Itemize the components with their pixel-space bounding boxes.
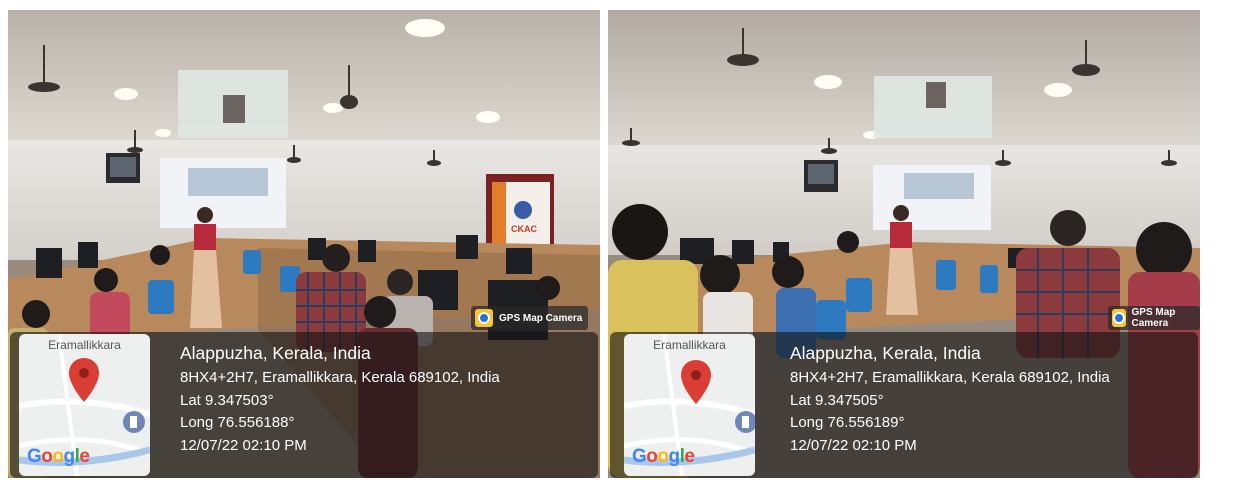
badge-label: GPS Map Camera xyxy=(1131,307,1176,329)
gps-map-camera-icon xyxy=(1112,309,1126,327)
google-logo-letter: G xyxy=(632,446,647,467)
datetime: 12/07/22 02:10 PM xyxy=(790,436,917,454)
location-map: Eramallikkara Google xyxy=(19,334,150,476)
location-map: Eramallikkara Google xyxy=(624,334,755,476)
map-town-label: Eramallikkara xyxy=(653,338,726,352)
google-logo-letter: g xyxy=(668,446,681,467)
google-logo-letter: G xyxy=(27,446,42,467)
latitude: Lat 9.347505° xyxy=(790,391,884,409)
fuel-station-icon xyxy=(735,411,755,433)
fuel-station-icon xyxy=(123,411,145,433)
google-logo-letter: g xyxy=(63,446,76,467)
location-info: Alappuzha, Kerala, India 8HX4+2H7, Erama… xyxy=(790,340,1110,457)
location-info: Alappuzha, Kerala, India 8HX4+2H7, Erama… xyxy=(180,340,500,457)
gps-map-camera-badge: GPS Map Camera xyxy=(471,306,589,330)
location-pin-icon xyxy=(681,360,711,404)
google-logo: Google xyxy=(27,446,90,468)
map-town-label: Eramallikkara xyxy=(48,338,121,352)
classroom-photo-right: GPS Map Camera Eramallikkara Google Alap… xyxy=(608,10,1200,478)
banner-text: CKAC xyxy=(511,224,537,234)
classroom-photo-left: CKAC GPS Map Camera Eramallikkara Google… xyxy=(8,10,600,478)
latitude: Lat 9.347503° xyxy=(180,391,274,409)
google-logo-letter: o xyxy=(41,446,53,467)
datetime: 12/07/22 02:10 PM xyxy=(180,436,307,454)
badge-label: GPS Map Camera xyxy=(499,312,583,324)
google-logo-letter: o xyxy=(657,446,669,467)
google-logo-letter: e xyxy=(79,446,90,467)
gps-map-camera-icon xyxy=(475,309,493,327)
google-logo-letter: o xyxy=(646,446,658,467)
address: 8HX4+2H7, Eramallikkara, Kerala 689102, … xyxy=(180,369,500,386)
address: 8HX4+2H7, Eramallikkara, Kerala 689102, … xyxy=(790,369,1110,386)
place-name: Alappuzha, Kerala, India xyxy=(180,343,371,363)
location-pin-icon xyxy=(69,358,99,402)
longitude: Long 76.556188° xyxy=(180,414,295,431)
google-logo-letter: o xyxy=(52,446,64,467)
google-logo: Google xyxy=(632,446,695,468)
place-name: Alappuzha, Kerala, India xyxy=(790,343,981,363)
google-logo-letter: e xyxy=(684,446,695,467)
gps-map-camera-badge: GPS Map Camera xyxy=(1108,306,1200,330)
longitude: Long 76.556189° xyxy=(790,414,905,431)
